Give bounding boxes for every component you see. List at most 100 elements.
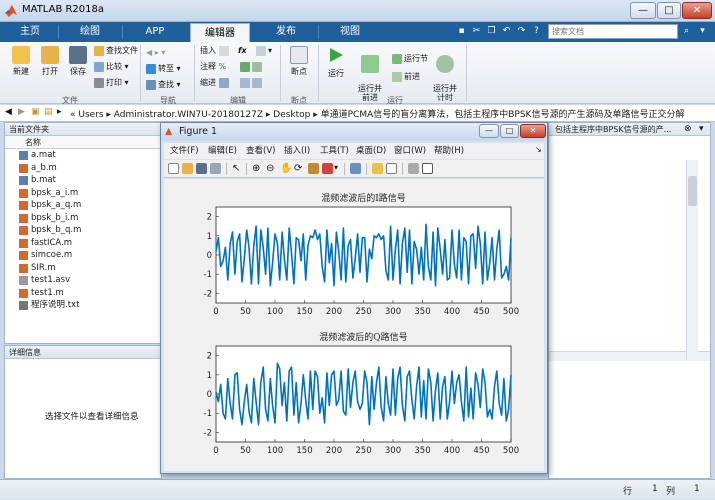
print-button[interactable]: 打印 ▾ bbox=[94, 76, 129, 90]
tab-home[interactable]: 主页 bbox=[2, 22, 58, 42]
file-list-item[interactable]: test1.asv bbox=[5, 274, 161, 287]
back-forward-buttons[interactable]: ◀ ▸ ▾ bbox=[146, 46, 165, 60]
file-list-item[interactable]: fastICA.m bbox=[5, 237, 161, 250]
pan-hand-icon[interactable]: ✋ bbox=[280, 163, 292, 174]
hide-plot-tools-icon[interactable] bbox=[408, 163, 419, 174]
find-files-button[interactable]: 查找文件 bbox=[94, 44, 138, 58]
print-figure-icon[interactable] bbox=[210, 163, 221, 174]
figure-menu-item[interactable]: 插入(I) bbox=[284, 143, 310, 159]
goto-button[interactable]: 转至 ▾ bbox=[146, 62, 181, 76]
figure-menu-item[interactable]: 窗口(W) bbox=[394, 143, 426, 159]
help-quick-icon[interactable]: ? bbox=[530, 24, 543, 38]
file-list-item[interactable]: bpsk_a_i.m bbox=[5, 187, 161, 200]
select-arrow-icon[interactable]: ↖ bbox=[232, 163, 243, 174]
run-and-advance-button[interactable]: 运行并 前进 bbox=[352, 46, 388, 102]
figure-menu-item[interactable]: 文件(F) bbox=[170, 143, 199, 159]
file-name: test1.asv bbox=[31, 275, 71, 285]
redo-quick-icon[interactable]: ↷ bbox=[515, 24, 528, 38]
save-button[interactable]: 保存 bbox=[64, 46, 92, 77]
tab-plots[interactable]: 绘图 bbox=[60, 22, 120, 42]
file-list-item[interactable]: 程序说明.txt bbox=[5, 299, 161, 312]
copy-quick-icon[interactable]: ❐ bbox=[485, 24, 498, 38]
figure-menu-item[interactable]: 桌面(D) bbox=[356, 143, 386, 159]
current-folder-address-bar[interactable]: ◀ ▶ ▣ ▤ ▸ « Users ▸ Administrator.WIN7U-… bbox=[0, 105, 715, 122]
show-plot-tools-icon[interactable] bbox=[422, 163, 433, 174]
up-folder-icon[interactable]: ▣ bbox=[31, 107, 40, 117]
editor-menu-chevron-icon[interactable]: ▾ bbox=[699, 124, 704, 134]
fx-button[interactable]: fx bbox=[238, 44, 247, 58]
figure-menu-item[interactable]: 工具(T) bbox=[320, 143, 349, 159]
file-list-item[interactable]: test1.m bbox=[5, 287, 161, 300]
find-icon bbox=[146, 79, 156, 90]
close-button[interactable]: ✕ bbox=[682, 2, 712, 19]
maximize-button[interactable]: □ bbox=[657, 2, 681, 19]
save-figure-icon[interactable] bbox=[196, 163, 207, 174]
comment-tools[interactable] bbox=[240, 60, 264, 74]
new-button[interactable]: 新建 bbox=[6, 46, 36, 77]
dock-arrow-icon[interactable]: ↘ bbox=[535, 145, 542, 154]
notification-icon[interactable]: ▾ bbox=[696, 24, 709, 38]
file-list-item[interactable]: SIR.m bbox=[5, 262, 161, 275]
search-icon[interactable]: ⌕ bbox=[680, 24, 693, 38]
search-documentation-input[interactable]: 搜索文档 bbox=[548, 24, 678, 39]
x-tick-label: 400 bbox=[444, 446, 460, 456]
open-file-icon[interactable] bbox=[182, 163, 193, 174]
folder-path-breadcrumb[interactable]: « Users ▸ Administrator.WIN7U-20180127Z … bbox=[70, 107, 684, 120]
save-quick-icon[interactable]: ▪ bbox=[455, 24, 468, 38]
compare-button[interactable]: 比较 ▾ bbox=[94, 60, 129, 74]
figure-minimize-button[interactable]: — bbox=[479, 124, 499, 138]
brush-dropdown-chevron-icon[interactable]: ▾ bbox=[334, 163, 338, 172]
new-figure-icon[interactable] bbox=[168, 163, 179, 174]
browse-folder-icon[interactable]: ▤ bbox=[44, 107, 53, 117]
run-and-time-button[interactable]: 运行并 计时 bbox=[428, 46, 462, 102]
file-list: a.mat a_b.m b.mat bpsk_a_i.m bpsk_a_q.m bpsk_… bbox=[5, 149, 161, 312]
figure-menu-item[interactable]: 帮助(H) bbox=[434, 143, 464, 159]
figure-menu-item[interactable]: 查看(V) bbox=[246, 143, 275, 159]
scrollbar-thumb[interactable] bbox=[688, 176, 697, 206]
rotate-3d-icon[interactable]: ⟳ bbox=[294, 163, 305, 174]
cut-quick-icon[interactable]: ✂ bbox=[470, 24, 483, 38]
run-button[interactable]: 运行 bbox=[322, 46, 350, 79]
back-icon[interactable]: ◀ bbox=[5, 107, 12, 117]
data-cursor-icon[interactable] bbox=[308, 163, 319, 174]
file-list-item[interactable]: bpsk_b_q.m bbox=[5, 224, 161, 237]
indent-button[interactable]: 缩进 bbox=[200, 76, 231, 90]
zoom-in-icon[interactable]: ⊕ bbox=[252, 163, 263, 174]
undo-quick-icon[interactable]: ↶ bbox=[500, 24, 513, 38]
file-list-item[interactable]: simcoe.m bbox=[5, 249, 161, 262]
tab-view[interactable]: 视图 bbox=[320, 22, 380, 42]
breakpoints-button[interactable]: 断点 bbox=[284, 46, 314, 77]
forward-icon[interactable]: ▶ bbox=[18, 107, 25, 117]
run-section-button[interactable]: 运行节 bbox=[392, 52, 428, 66]
file-list-item[interactable]: b.mat bbox=[5, 174, 161, 187]
brush-icon[interactable] bbox=[322, 163, 333, 174]
x-tick-label: 100 bbox=[267, 446, 283, 456]
vertical-scrollbar[interactable] bbox=[686, 160, 698, 360]
figure-canvas[interactable]: 混频滤波后的I路信号 0 50 100 150 200 250 300 350 400 450 500… bbox=[164, 179, 544, 471]
file-list-item[interactable]: bpsk_a_q.m bbox=[5, 199, 161, 212]
tab-editor[interactable]: 编辑器 bbox=[190, 23, 250, 42]
file-list-item[interactable]: a_b.m bbox=[5, 162, 161, 175]
figure-menu-item[interactable]: 编辑(E) bbox=[208, 143, 237, 159]
figure-maximize-button[interactable]: □ bbox=[500, 124, 519, 138]
file-list-item[interactable]: bpsk_b_i.m bbox=[5, 212, 161, 225]
advance-button[interactable]: 前进 bbox=[392, 70, 420, 84]
editor-tab-close-icon[interactable]: ⊗ bbox=[684, 124, 692, 134]
insert-colorbar-icon[interactable] bbox=[372, 163, 383, 174]
indent-tools[interactable] bbox=[240, 76, 264, 90]
open-button[interactable]: 打开 bbox=[36, 46, 64, 77]
name-column-header[interactable]: 名称 bbox=[5, 136, 161, 149]
insert-button[interactable]: 插入 bbox=[200, 44, 231, 58]
find-button[interactable]: 查找 ▾ bbox=[146, 78, 181, 92]
tab-apps[interactable]: APP bbox=[124, 22, 186, 42]
zoom-out-icon[interactable]: ⊖ bbox=[266, 163, 277, 174]
comment-button[interactable]: 注释 % bbox=[200, 60, 226, 74]
figure-close-button[interactable]: ✕ bbox=[520, 124, 546, 138]
details-message: 选择文件以查看详细信息 bbox=[45, 412, 139, 422]
file-list-item[interactable]: a.mat bbox=[5, 149, 161, 162]
tab-publish[interactable]: 发布 bbox=[256, 22, 316, 42]
minimize-button[interactable]: — bbox=[630, 2, 656, 19]
insert-more-button[interactable]: ▾ bbox=[256, 44, 272, 58]
insert-legend-icon[interactable] bbox=[386, 163, 397, 174]
link-plot-icon[interactable] bbox=[350, 163, 361, 174]
